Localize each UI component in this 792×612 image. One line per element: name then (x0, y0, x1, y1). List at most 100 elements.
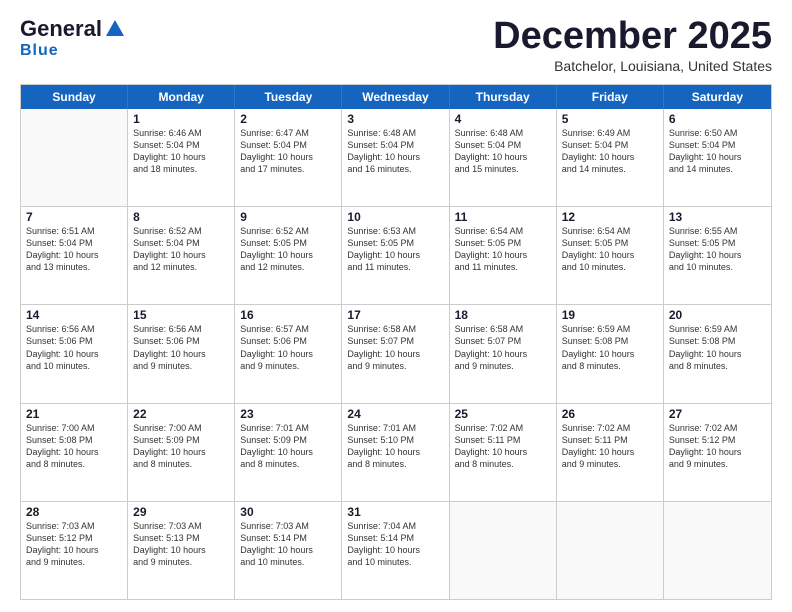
subtitle: Batchelor, Louisiana, United States (493, 58, 772, 74)
day-number: 14 (26, 308, 122, 322)
logo: General Blue (20, 16, 126, 60)
day-info: Sunrise: 6:49 AM Sunset: 5:04 PM Dayligh… (562, 127, 658, 176)
calendar-day-header: Tuesday (235, 85, 342, 109)
day-info: Sunrise: 6:50 AM Sunset: 5:04 PM Dayligh… (669, 127, 766, 176)
day-number: 11 (455, 210, 551, 224)
main-title: December 2025 (493, 16, 772, 58)
day-info: Sunrise: 6:56 AM Sunset: 5:06 PM Dayligh… (26, 323, 122, 372)
calendar-cell: 18Sunrise: 6:58 AM Sunset: 5:07 PM Dayli… (450, 305, 557, 402)
calendar-day-header: Friday (557, 85, 664, 109)
calendar-cell: 13Sunrise: 6:55 AM Sunset: 5:05 PM Dayli… (664, 207, 771, 304)
day-info: Sunrise: 7:04 AM Sunset: 5:14 PM Dayligh… (347, 520, 443, 569)
day-info: Sunrise: 7:03 AM Sunset: 5:14 PM Dayligh… (240, 520, 336, 569)
day-number: 13 (669, 210, 766, 224)
calendar-week-row: 28Sunrise: 7:03 AM Sunset: 5:12 PM Dayli… (21, 502, 771, 599)
day-info: Sunrise: 6:46 AM Sunset: 5:04 PM Dayligh… (133, 127, 229, 176)
day-info: Sunrise: 6:51 AM Sunset: 5:04 PM Dayligh… (26, 225, 122, 274)
calendar-cell: 10Sunrise: 6:53 AM Sunset: 5:05 PM Dayli… (342, 207, 449, 304)
day-info: Sunrise: 6:48 AM Sunset: 5:04 PM Dayligh… (455, 127, 551, 176)
day-info: Sunrise: 6:59 AM Sunset: 5:08 PM Dayligh… (669, 323, 766, 372)
calendar-cell: 5Sunrise: 6:49 AM Sunset: 5:04 PM Daylig… (557, 109, 664, 206)
day-info: Sunrise: 7:02 AM Sunset: 5:11 PM Dayligh… (455, 422, 551, 471)
calendar-cell: 23Sunrise: 7:01 AM Sunset: 5:09 PM Dayli… (235, 404, 342, 501)
calendar-cell: 12Sunrise: 6:54 AM Sunset: 5:05 PM Dayli… (557, 207, 664, 304)
calendar-cell: 17Sunrise: 6:58 AM Sunset: 5:07 PM Dayli… (342, 305, 449, 402)
day-number: 1 (133, 112, 229, 126)
calendar-week-row: 21Sunrise: 7:00 AM Sunset: 5:08 PM Dayli… (21, 404, 771, 502)
day-info: Sunrise: 6:59 AM Sunset: 5:08 PM Dayligh… (562, 323, 658, 372)
day-info: Sunrise: 6:56 AM Sunset: 5:06 PM Dayligh… (133, 323, 229, 372)
logo-icon (104, 18, 126, 40)
calendar-cell: 27Sunrise: 7:02 AM Sunset: 5:12 PM Dayli… (664, 404, 771, 501)
day-number: 29 (133, 505, 229, 519)
calendar-cell: 8Sunrise: 6:52 AM Sunset: 5:04 PM Daylig… (128, 207, 235, 304)
day-info: Sunrise: 7:01 AM Sunset: 5:09 PM Dayligh… (240, 422, 336, 471)
calendar-cell: 3Sunrise: 6:48 AM Sunset: 5:04 PM Daylig… (342, 109, 449, 206)
day-number: 18 (455, 308, 551, 322)
day-info: Sunrise: 7:03 AM Sunset: 5:12 PM Dayligh… (26, 520, 122, 569)
day-number: 23 (240, 407, 336, 421)
day-number: 31 (347, 505, 443, 519)
logo-general: General (20, 16, 102, 42)
day-number: 5 (562, 112, 658, 126)
calendar-cell: 26Sunrise: 7:02 AM Sunset: 5:11 PM Dayli… (557, 404, 664, 501)
calendar-week-row: 14Sunrise: 6:56 AM Sunset: 5:06 PM Dayli… (21, 305, 771, 403)
day-info: Sunrise: 7:00 AM Sunset: 5:09 PM Dayligh… (133, 422, 229, 471)
day-number: 17 (347, 308, 443, 322)
calendar-day-header: Thursday (450, 85, 557, 109)
day-info: Sunrise: 6:55 AM Sunset: 5:05 PM Dayligh… (669, 225, 766, 274)
calendar-cell: 16Sunrise: 6:57 AM Sunset: 5:06 PM Dayli… (235, 305, 342, 402)
day-number: 8 (133, 210, 229, 224)
page: General Blue December 2025 Batchelor, Lo… (0, 0, 792, 612)
day-info: Sunrise: 6:58 AM Sunset: 5:07 PM Dayligh… (347, 323, 443, 372)
day-number: 10 (347, 210, 443, 224)
day-info: Sunrise: 7:02 AM Sunset: 5:11 PM Dayligh… (562, 422, 658, 471)
day-number: 28 (26, 505, 122, 519)
day-info: Sunrise: 6:54 AM Sunset: 5:05 PM Dayligh… (562, 225, 658, 274)
day-number: 19 (562, 308, 658, 322)
calendar-cell: 30Sunrise: 7:03 AM Sunset: 5:14 PM Dayli… (235, 502, 342, 599)
calendar-cell (664, 502, 771, 599)
day-number: 2 (240, 112, 336, 126)
calendar-day-header: Sunday (21, 85, 128, 109)
day-number: 15 (133, 308, 229, 322)
calendar-cell: 2Sunrise: 6:47 AM Sunset: 5:04 PM Daylig… (235, 109, 342, 206)
day-info: Sunrise: 7:00 AM Sunset: 5:08 PM Dayligh… (26, 422, 122, 471)
day-number: 24 (347, 407, 443, 421)
day-number: 22 (133, 407, 229, 421)
calendar-cell: 28Sunrise: 7:03 AM Sunset: 5:12 PM Dayli… (21, 502, 128, 599)
day-info: Sunrise: 7:03 AM Sunset: 5:13 PM Dayligh… (133, 520, 229, 569)
day-number: 27 (669, 407, 766, 421)
day-number: 9 (240, 210, 336, 224)
calendar-cell: 19Sunrise: 6:59 AM Sunset: 5:08 PM Dayli… (557, 305, 664, 402)
calendar-cell: 7Sunrise: 6:51 AM Sunset: 5:04 PM Daylig… (21, 207, 128, 304)
calendar-cell: 20Sunrise: 6:59 AM Sunset: 5:08 PM Dayli… (664, 305, 771, 402)
day-number: 25 (455, 407, 551, 421)
day-number: 12 (562, 210, 658, 224)
calendar-header: SundayMondayTuesdayWednesdayThursdayFrid… (21, 85, 771, 109)
day-number: 7 (26, 210, 122, 224)
day-info: Sunrise: 7:02 AM Sunset: 5:12 PM Dayligh… (669, 422, 766, 471)
day-info: Sunrise: 6:58 AM Sunset: 5:07 PM Dayligh… (455, 323, 551, 372)
calendar-cell: 24Sunrise: 7:01 AM Sunset: 5:10 PM Dayli… (342, 404, 449, 501)
calendar-cell (557, 502, 664, 599)
calendar-cell (21, 109, 128, 206)
calendar-cell: 21Sunrise: 7:00 AM Sunset: 5:08 PM Dayli… (21, 404, 128, 501)
calendar-cell: 9Sunrise: 6:52 AM Sunset: 5:05 PM Daylig… (235, 207, 342, 304)
calendar-cell: 31Sunrise: 7:04 AM Sunset: 5:14 PM Dayli… (342, 502, 449, 599)
calendar-day-header: Wednesday (342, 85, 449, 109)
day-info: Sunrise: 6:54 AM Sunset: 5:05 PM Dayligh… (455, 225, 551, 274)
calendar-cell: 6Sunrise: 6:50 AM Sunset: 5:04 PM Daylig… (664, 109, 771, 206)
day-info: Sunrise: 6:52 AM Sunset: 5:04 PM Dayligh… (133, 225, 229, 274)
calendar-cell: 14Sunrise: 6:56 AM Sunset: 5:06 PM Dayli… (21, 305, 128, 402)
day-number: 30 (240, 505, 336, 519)
calendar-cell: 29Sunrise: 7:03 AM Sunset: 5:13 PM Dayli… (128, 502, 235, 599)
day-number: 4 (455, 112, 551, 126)
calendar-cell: 4Sunrise: 6:48 AM Sunset: 5:04 PM Daylig… (450, 109, 557, 206)
day-info: Sunrise: 7:01 AM Sunset: 5:10 PM Dayligh… (347, 422, 443, 471)
calendar-day-header: Saturday (664, 85, 771, 109)
day-number: 6 (669, 112, 766, 126)
day-info: Sunrise: 6:48 AM Sunset: 5:04 PM Dayligh… (347, 127, 443, 176)
day-info: Sunrise: 6:47 AM Sunset: 5:04 PM Dayligh… (240, 127, 336, 176)
title-block: December 2025 Batchelor, Louisiana, Unit… (493, 16, 772, 74)
